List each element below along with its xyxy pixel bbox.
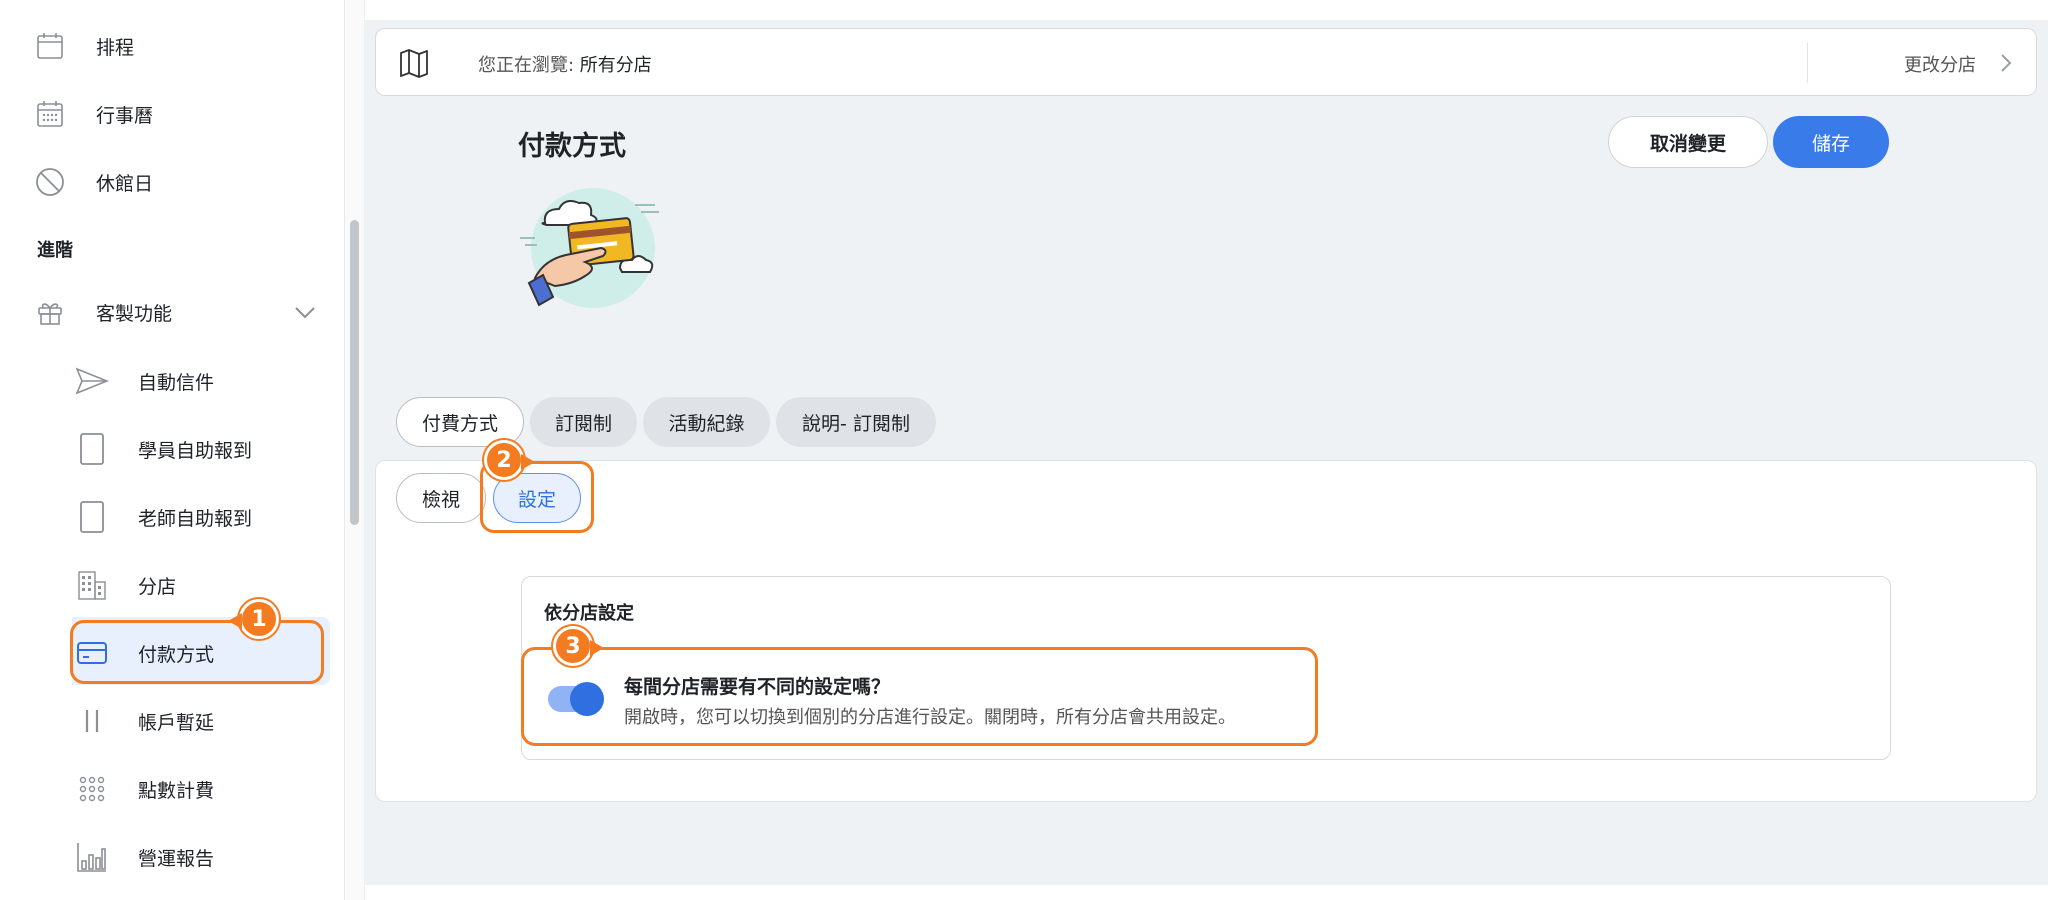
subtab-view[interactable]: 檢視 <box>396 473 486 523</box>
sidebar-item-label: 行事曆 <box>96 104 154 127</box>
tab-activity-log[interactable]: 活動紀錄 <box>643 397 770 447</box>
sidebar-item-holidays[interactable]: 休館日 <box>30 152 153 212</box>
sidebar-item-label: 自動信件 <box>138 371 215 394</box>
sidebar-group-label: 客製功能 <box>96 302 173 325</box>
sidebar-item-label: 分店 <box>138 575 177 598</box>
bar-chart-icon <box>72 837 112 877</box>
gift-icon <box>30 292 70 332</box>
sidebar-item-points-billing[interactable]: 點數計費 <box>72 759 214 819</box>
sidebar-item-label: 點數計費 <box>138 779 215 802</box>
card-title: 依分店設定 <box>544 603 634 624</box>
pause-icon <box>72 701 112 741</box>
sidebar-item-schedule[interactable]: 排程 <box>30 16 134 76</box>
chevron-down-icon[interactable] <box>290 297 320 327</box>
page-title: 付款方式 <box>518 131 626 162</box>
send-icon <box>72 361 112 401</box>
callout-highlight-3 <box>521 647 1318 746</box>
sidebar-item-account-pause[interactable]: 帳戶暫延 <box>72 691 214 751</box>
sidebar-item-student-checkin[interactable]: 學員自助報到 <box>72 419 252 479</box>
chevron-right-icon[interactable] <box>1996 51 2016 75</box>
sidebar-item-branches[interactable]: 分店 <box>72 555 176 615</box>
sidebar-item-teacher-checkin[interactable]: 老師自助報到 <box>72 487 252 547</box>
sidebar-scrollbar[interactable] <box>350 220 359 525</box>
sidebar: 排程 行事曆 休館日 進階 客製功能 自動信件 學員自助報到 老師自助報到 分店… <box>0 0 345 900</box>
calendar-grid-icon <box>30 94 70 134</box>
calendar-blank-icon <box>30 26 70 66</box>
tab-subscriptions[interactable]: 訂閱制 <box>530 397 637 447</box>
tab-help-subscriptions[interactable]: 說明- 訂閱制 <box>776 397 936 447</box>
map-icon <box>398 48 430 78</box>
branch-browse-bar: 您正在瀏覽: 所有分店 更改分店 <box>375 28 2037 96</box>
callout-highlight-1 <box>70 620 324 684</box>
cancel-changes-button[interactable]: 取消變更 <box>1608 116 1768 168</box>
building-icon <box>72 565 112 605</box>
sidebar-item-reports[interactable]: 營運報告 <box>72 827 214 887</box>
sidebar-item-label: 排程 <box>96 36 135 59</box>
payment-illustration <box>520 188 659 308</box>
sidebar-group-custom-features[interactable]: 客製功能 <box>30 282 172 342</box>
save-button[interactable]: 儲存 <box>1773 116 1889 168</box>
dots-grid-icon <box>72 769 112 809</box>
sidebar-section-advanced: 進階 <box>37 240 73 261</box>
sidebar-item-calendar[interactable]: 行事曆 <box>30 84 153 144</box>
sidebar-item-label: 老師自助報到 <box>138 507 253 530</box>
sidebar-item-label: 學員自助報到 <box>138 439 253 462</box>
callout-badge-3: 3 <box>553 626 604 666</box>
topbar-divider <box>1807 43 1808 83</box>
callout-badge-1: 1 <box>228 599 279 639</box>
sidebar-item-auto-email[interactable]: 自動信件 <box>72 351 214 411</box>
sidebar-item-label: 帳戶暫延 <box>138 711 215 734</box>
change-branch-link[interactable]: 更改分店 <box>1904 51 1976 77</box>
tablet-icon <box>72 429 112 469</box>
callout-badge-2: 2 <box>484 440 535 480</box>
no-entry-icon <box>30 162 70 202</box>
sidebar-item-label: 休館日 <box>96 172 154 195</box>
browse-prefix: 您正在瀏覽: <box>478 55 580 76</box>
sidebar-item-label: 營運報告 <box>138 847 215 870</box>
app-root: 排程 行事曆 休館日 進階 客製功能 自動信件 學員自助報到 老師自助報到 分店… <box>0 0 2048 900</box>
tablet-icon <box>72 497 112 537</box>
browse-value: 所有分店 <box>579 55 652 76</box>
browse-status: 您正在瀏覽: 所有分店 <box>478 51 652 77</box>
